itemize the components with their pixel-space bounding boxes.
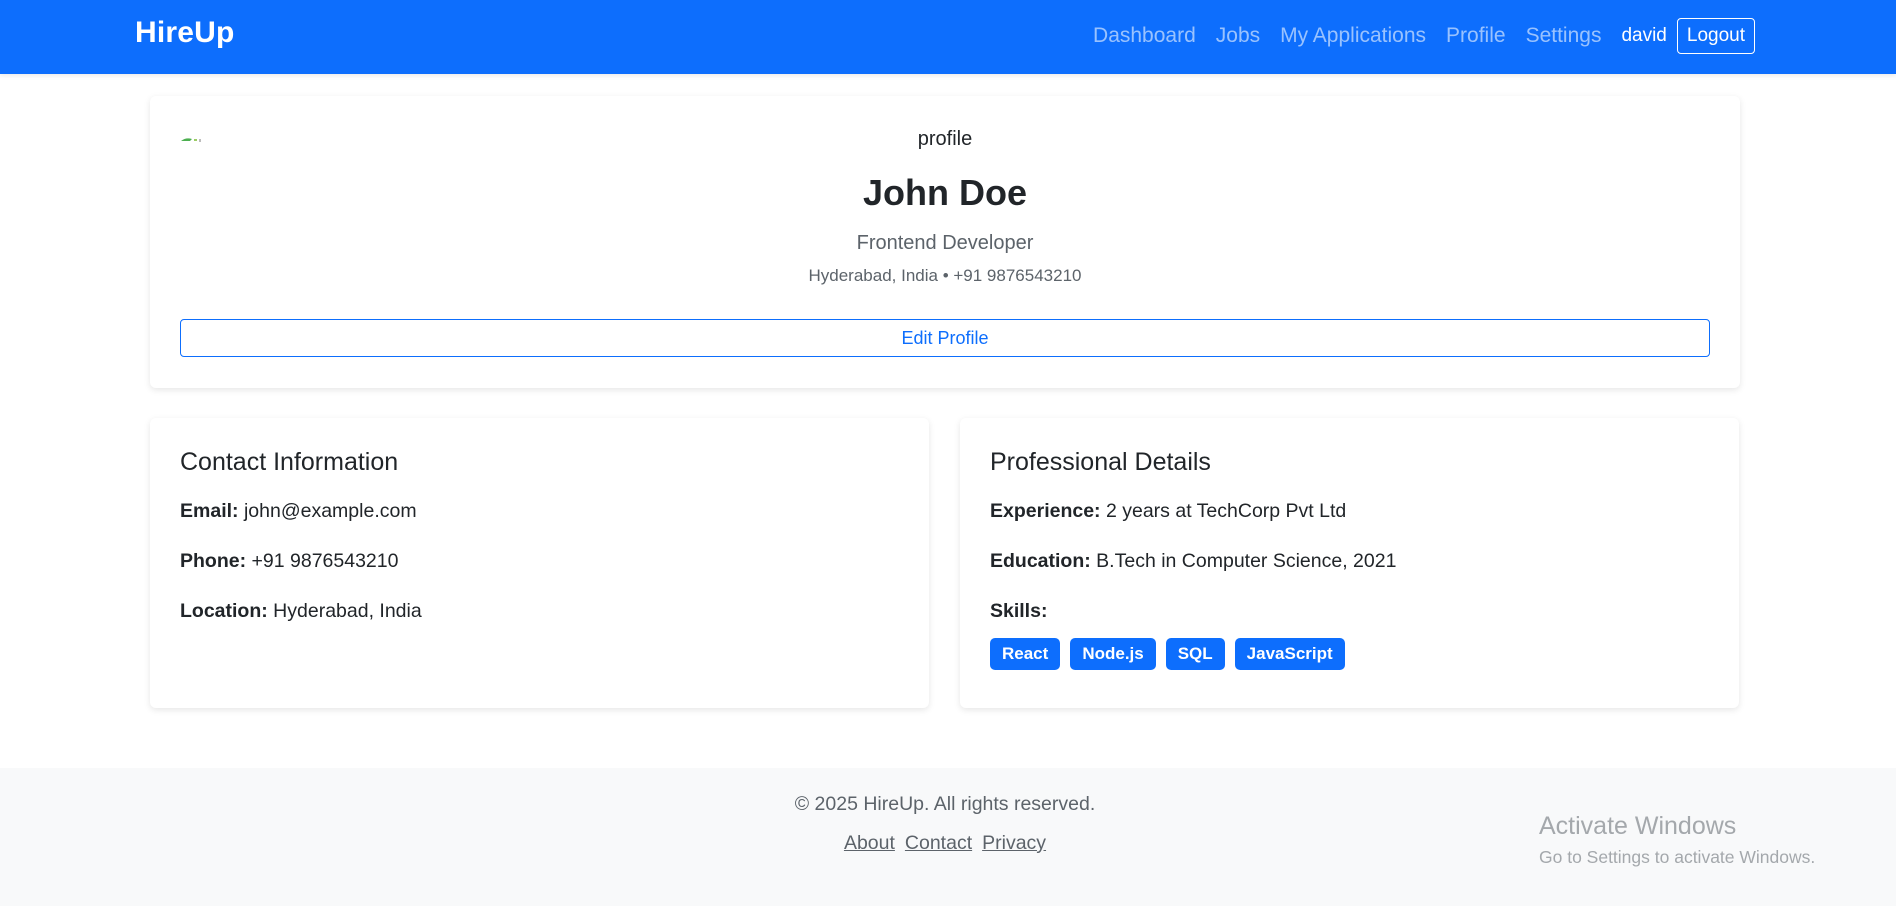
brand-logo[interactable]: HireUp xyxy=(135,16,235,50)
profile-name: John Doe xyxy=(862,172,1027,213)
email-label: Email: xyxy=(180,500,239,522)
nav-links: Dashboard Jobs My Applications Profile S… xyxy=(1093,16,1755,56)
nav-link-dashboard[interactable]: Dashboard xyxy=(1093,24,1196,48)
windows-activation-watermark: Activate Windows Go to Settings to activ… xyxy=(1539,812,1815,868)
location-label: Location: xyxy=(180,600,268,622)
nav-link-jobs[interactable]: Jobs xyxy=(1216,24,1260,48)
professional-heading: Professional Details xyxy=(990,448,1211,476)
skill-badge-javascript: JavaScript xyxy=(1234,638,1345,670)
footer-link-about[interactable]: About xyxy=(844,832,895,855)
location-row: Location: Hyderabad, India xyxy=(180,600,422,623)
profile-job-title: Frontend Developer xyxy=(856,232,1034,254)
nav-link-my-applications[interactable]: My Applications xyxy=(1280,24,1426,48)
skill-badge-react: React xyxy=(990,638,1061,670)
logout-button[interactable]: Logout xyxy=(1676,18,1755,54)
edit-profile-button[interactable]: Edit Profile xyxy=(180,319,1710,357)
contact-heading: Contact Information xyxy=(180,448,399,476)
top-navbar: HireUp Dashboard Jobs My Applications Pr… xyxy=(0,0,1896,74)
profile-summary-card: profile John Doe Frontend Developer Hyde… xyxy=(150,96,1740,388)
email-row: Email: john@example.com xyxy=(180,500,417,523)
profile-image-alt-text: profile xyxy=(917,128,973,150)
phone-label: Phone: xyxy=(180,550,247,572)
footer-link-privacy[interactable]: Privacy xyxy=(982,832,1046,855)
nav-link-profile[interactable]: Profile xyxy=(1446,24,1506,48)
experience-value: 2 years at TechCorp Pvt Ltd xyxy=(1105,500,1347,522)
skills-row: Skills: xyxy=(990,600,1047,623)
watermark-subtitle: Go to Settings to activate Windows. xyxy=(1539,847,1816,867)
contact-information-card: Contact Information Email: john@example.… xyxy=(150,418,929,708)
current-username: david xyxy=(1621,25,1667,46)
skill-badge-sql: SQL xyxy=(1165,638,1225,670)
experience-row: Experience: 2 years at TechCorp Pvt Ltd xyxy=(990,500,1346,523)
professional-details-card: Professional Details Experience: 2 years… xyxy=(960,418,1739,708)
skills-label: Skills: xyxy=(990,600,1048,622)
experience-label: Experience: xyxy=(990,500,1101,522)
education-label: Education: xyxy=(990,550,1091,572)
profile-location-phone: Hyderabad, India • +91 9876543210 xyxy=(808,266,1082,285)
phone-row: Phone: +91 9876543210 xyxy=(180,550,398,573)
education-value: B.Tech in Computer Science, 2021 xyxy=(1096,550,1397,572)
skills-list: React Node.js SQL JavaScript xyxy=(990,638,1355,670)
watermark-title: Activate Windows xyxy=(1539,812,1737,840)
email-value: john@example.com xyxy=(243,500,417,522)
location-value: Hyderabad, India xyxy=(273,600,422,622)
skill-badge-nodejs: Node.js xyxy=(1070,638,1156,670)
education-row: Education: B.Tech in Computer Science, 2… xyxy=(990,550,1396,573)
footer-link-contact[interactable]: Contact xyxy=(905,832,972,855)
phone-value: +91 9876543210 xyxy=(251,550,399,572)
nav-link-settings[interactable]: Settings xyxy=(1526,24,1602,48)
